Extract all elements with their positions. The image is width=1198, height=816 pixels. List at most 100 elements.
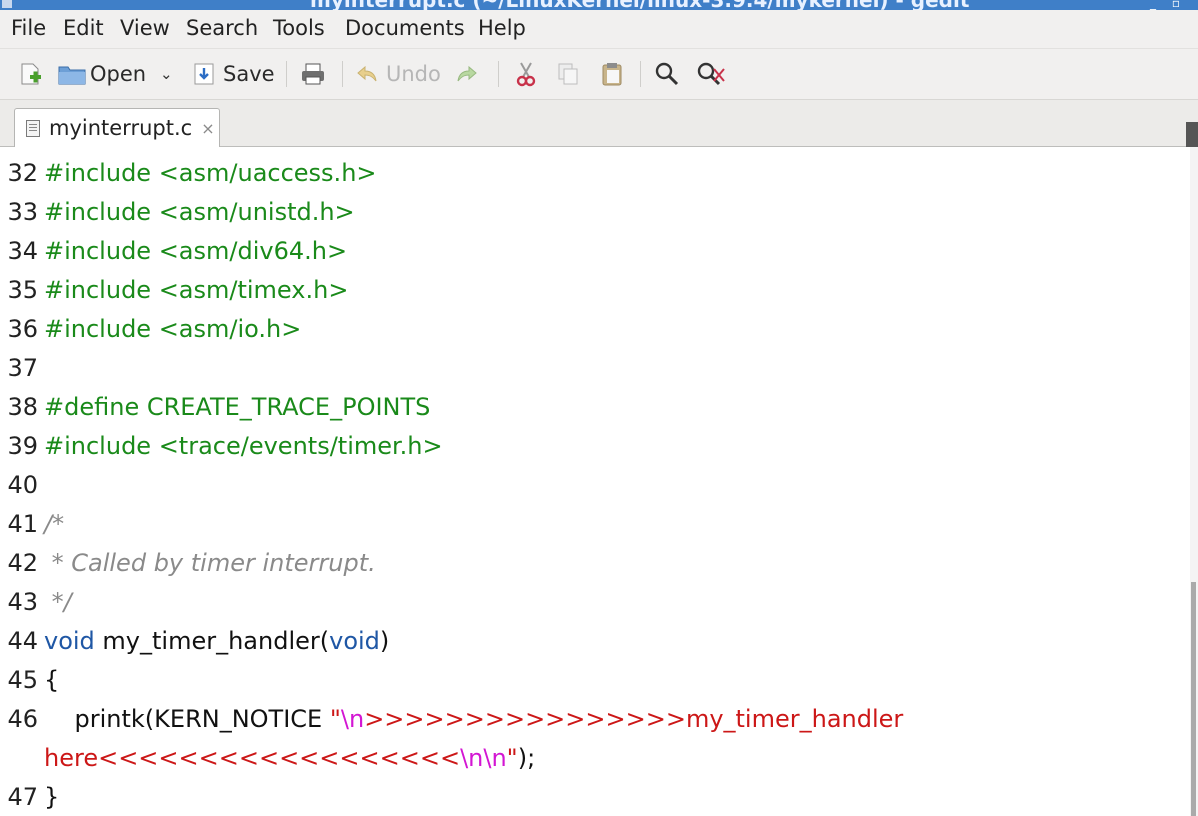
line-code: } xyxy=(44,783,60,811)
save-icon xyxy=(194,63,214,85)
tab-myinterrupt[interactable]: myinterrupt.c × xyxy=(14,108,220,147)
scrollbar-thumb[interactable] xyxy=(1191,582,1196,816)
line-code: here<<<<<<<<<<<<<<<<<<\n\n"); xyxy=(44,744,535,772)
line-number: 41 xyxy=(7,510,38,538)
line-code: #include <trace/events/timer.h> xyxy=(44,432,443,460)
code-line: 41 /* xyxy=(0,510,1190,549)
line-number: 36 xyxy=(7,315,38,343)
toolbar-separator xyxy=(342,61,343,87)
menu-file[interactable]: File xyxy=(11,16,46,40)
code-line: 46 printk(KERN_NOTICE "\n>>>>>>>>>>>>>>>… xyxy=(0,705,1190,744)
line-number: 38 xyxy=(7,393,38,421)
code-line: 33 #include <asm/unistd.h> xyxy=(0,198,1190,237)
line-number: 42 xyxy=(7,549,38,577)
cut-button[interactable] xyxy=(514,60,538,88)
toolbar-separator xyxy=(640,61,641,87)
keyword-token: void xyxy=(44,627,95,655)
code-line: 47 } xyxy=(0,783,1190,816)
line-number: 46 xyxy=(7,705,38,733)
redo-button[interactable] xyxy=(456,60,478,88)
code-token: my_timer_handler( xyxy=(94,627,330,655)
menu-edit[interactable]: Edit xyxy=(63,16,104,40)
save-button[interactable]: Save xyxy=(193,60,275,88)
line-number: 47 xyxy=(7,783,38,811)
line-code: */ xyxy=(44,588,72,616)
line-number: 43 xyxy=(7,588,38,616)
line-number: 44 xyxy=(7,627,38,655)
code-token: ) xyxy=(379,627,390,655)
print-button[interactable] xyxy=(300,60,326,88)
code-line: 34 #include <asm/div64.h> xyxy=(0,237,1190,276)
menu-bar: File Edit View Search Tools Documents He… xyxy=(0,10,1198,49)
keyword-token: void xyxy=(329,627,380,655)
window-titlebar: myinterrupt.c (~/LinuxKernel/linux-3.9.4… xyxy=(0,0,1198,10)
string-token: >>>>>>>>>>>>>>>>my_timer_handler xyxy=(364,705,904,733)
find-button[interactable] xyxy=(654,60,680,88)
code-token: ); xyxy=(517,744,536,772)
close-icon[interactable]: × xyxy=(201,119,214,138)
line-number: 34 xyxy=(7,237,38,265)
copy-button[interactable] xyxy=(557,60,579,88)
save-label: Save xyxy=(223,62,275,86)
line-number: 40 xyxy=(7,471,38,499)
paste-button[interactable] xyxy=(600,60,624,88)
find-replace-button[interactable] xyxy=(696,60,726,88)
line-code: #define CREATE_TRACE_POINTS xyxy=(44,393,431,421)
new-document-icon xyxy=(21,63,41,85)
escape-token: \n xyxy=(340,705,365,733)
line-code: { xyxy=(44,666,60,694)
clipboard-icon xyxy=(602,63,622,86)
folder-icon xyxy=(58,66,86,85)
line-code: printk(KERN_NOTICE "\n>>>>>>>>>>>>>>>>my… xyxy=(44,705,904,733)
string-token: here<<<<<<<<<<<<<<<<<< xyxy=(44,744,461,772)
code-line: 43 */ xyxy=(0,588,1190,627)
open-button[interactable]: Open xyxy=(58,60,146,88)
document-tabbar: myinterrupt.c × xyxy=(0,100,1198,147)
line-code: #include <asm/io.h> xyxy=(44,315,302,343)
string-token: " xyxy=(329,705,341,733)
line-number: 35 xyxy=(7,276,38,304)
undo-icon xyxy=(357,65,377,82)
undo-button[interactable]: Undo xyxy=(356,60,441,88)
line-number: 45 xyxy=(7,666,38,694)
window-title: myinterrupt.c (~/LinuxKernel/linux-3.9.4… xyxy=(310,0,969,10)
line-code: #include <asm/timex.h> xyxy=(44,276,349,304)
line-number: 37 xyxy=(7,354,38,382)
line-code: * Called by timer interrupt. xyxy=(44,549,376,577)
chevron-down-icon: ⌄ xyxy=(160,65,173,83)
code-line: 37 xyxy=(0,354,1190,393)
new-document-button[interactable] xyxy=(18,60,44,88)
escape-token: \n\n xyxy=(460,744,507,772)
menu-search[interactable]: Search xyxy=(186,16,258,40)
toolbar-separator xyxy=(498,61,499,87)
menu-documents[interactable]: Documents xyxy=(345,16,465,40)
string-token: " xyxy=(506,744,518,772)
tab-label: myinterrupt.c xyxy=(49,116,193,140)
code-line-wrapped: here<<<<<<<<<<<<<<<<<<\n\n"); xyxy=(0,744,1190,783)
undo-label: Undo xyxy=(386,62,441,86)
printer-icon xyxy=(302,63,324,85)
code-line: 35 #include <asm/timex.h> xyxy=(0,276,1190,315)
code-line: 38 #define CREATE_TRACE_POINTS xyxy=(0,393,1190,432)
open-label: Open xyxy=(90,62,147,86)
open-dropdown-button[interactable]: ⌄ xyxy=(160,60,173,88)
line-number: 33 xyxy=(7,198,38,226)
line-code: void my_timer_handler(void) xyxy=(44,627,389,655)
line-code: /* xyxy=(44,510,65,538)
menu-view[interactable]: View xyxy=(120,16,170,40)
code-line: 32 #include <asm/uaccess.h> xyxy=(0,159,1190,198)
search-replace-icon xyxy=(697,62,725,86)
search-icon xyxy=(655,62,679,86)
menu-tools[interactable]: Tools xyxy=(273,16,325,40)
app-icon xyxy=(2,0,12,8)
window-controls[interactable]: _ ▫ xyxy=(1150,0,1186,10)
code-line: 44 void my_timer_handler(void) xyxy=(0,627,1190,666)
code-line: 39 #include <trace/events/timer.h> xyxy=(0,432,1190,471)
code-line: 42 * Called by timer interrupt. xyxy=(0,549,1190,588)
code-line: 36 #include <asm/io.h> xyxy=(0,315,1190,354)
code-editor[interactable]: 32 #include <asm/uaccess.h> 33 #include … xyxy=(0,147,1190,816)
text-file-icon xyxy=(26,119,40,137)
toolbar-separator xyxy=(286,61,287,87)
line-number: 32 xyxy=(7,159,38,187)
menu-help[interactable]: Help xyxy=(478,16,526,40)
